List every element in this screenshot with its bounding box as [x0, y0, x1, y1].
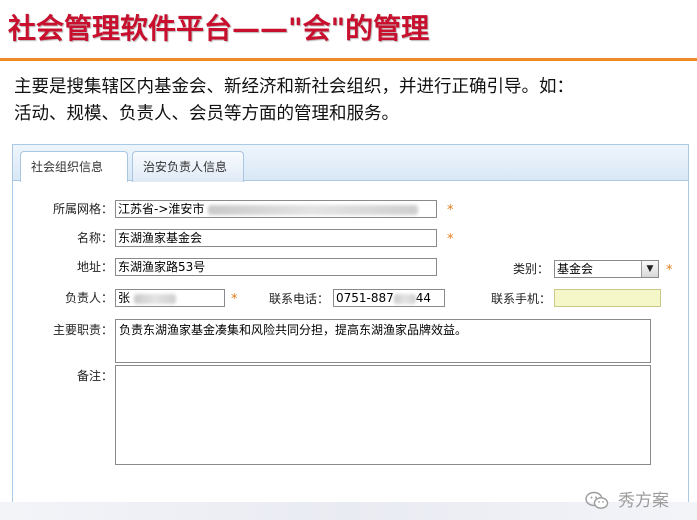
slide-title: 社会管理软件平台——"会"的管理 — [8, 12, 430, 45]
duty-label: 主要职责： — [52, 323, 113, 337]
name-label: 名称： — [76, 231, 113, 245]
required-mark: * — [447, 232, 454, 247]
name-field[interactable]: 东湖渔家基金会 — [115, 229, 437, 247]
leader-label: 负责人： — [64, 291, 113, 305]
phone-value: 0751-887 — [336, 291, 394, 305]
watermark-text: 秀方案 — [618, 491, 669, 511]
intro-line-2: 活动、规模、负责人、会员等方面的管理和服务。 — [14, 104, 399, 124]
blurred-text — [393, 293, 416, 304]
category-label: 类别： — [512, 262, 549, 276]
leader-field[interactable]: 张 — [115, 289, 225, 307]
grid-field[interactable]: 江苏省->淮安市 — [115, 200, 437, 218]
required-mark: * — [231, 292, 238, 307]
grid-label: 所属网格： — [52, 202, 113, 216]
chevron-down-icon[interactable]: ▼ — [641, 261, 658, 277]
wechat-icon — [584, 491, 608, 509]
category-select[interactable]: 基金会 ▼ — [554, 260, 659, 278]
watermark: 秀方案 — [584, 490, 669, 512]
title-divider — [0, 58, 697, 61]
tab-bar: 社会组织信息 治安负责人信息 — [13, 145, 688, 182]
intro-text: 主要是搜集辖区内基金会、新经济和新社会组织，并进行正确引导。如： 活动、规模、负… — [14, 74, 694, 128]
note-textarea[interactable] — [115, 365, 651, 465]
duty-textarea[interactable]: 负责东湖渔家基金凑集和风险共同分担，提高东湖渔家品牌效益。 — [115, 319, 651, 363]
mobile-field[interactable] — [554, 289, 661, 307]
mobile-label: 联系手机： — [490, 292, 551, 306]
tab-security-contact-info[interactable]: 治安负责人信息 — [132, 151, 244, 182]
address-label: 地址： — [76, 260, 113, 274]
organization-form-panel: 社会组织信息 治安负责人信息 所属网格： 江苏省->淮安市 * 名称： 东湖渔家… — [12, 144, 689, 504]
note-label: 备注： — [76, 369, 113, 383]
tab-organization-info[interactable]: 社会组织信息 — [20, 151, 128, 182]
blurred-text — [133, 293, 176, 304]
required-mark: * — [666, 263, 673, 278]
address-field[interactable]: 东湖渔家路53号 — [115, 258, 437, 276]
category-value: 基金会 — [557, 262, 594, 276]
phone-field[interactable]: 0751-887 44 — [333, 289, 445, 307]
blurred-text — [208, 204, 419, 215]
grid-value: 江苏省->淮安市 — [118, 202, 205, 216]
phone-label: 联系电话： — [268, 292, 329, 306]
required-mark: * — [447, 203, 454, 218]
intro-line-1: 主要是搜集辖区内基金会、新经济和新社会组织，并进行正确引导。如： — [14, 77, 574, 97]
leader-value: 张 — [118, 291, 131, 305]
phone-tail: 44 — [415, 291, 432, 305]
